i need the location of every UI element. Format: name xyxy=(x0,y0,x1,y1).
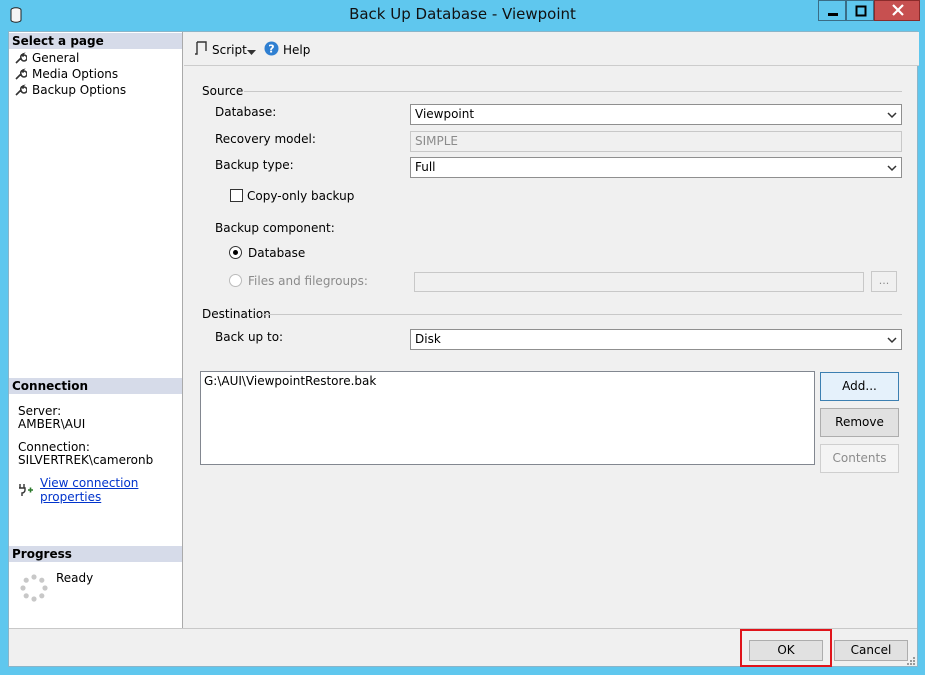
toolbar: Script ? Help xyxy=(184,32,919,66)
view-connection-row: View connection properties xyxy=(18,476,182,504)
chevron-down-icon xyxy=(887,334,897,344)
chevron-down-icon xyxy=(887,162,897,172)
script-label: Script xyxy=(212,42,247,57)
backup-component-label: Backup component: xyxy=(215,221,335,235)
wrench-icon xyxy=(15,52,27,64)
close-icon xyxy=(875,1,919,24)
filegroups-browse-button[interactable]: ... xyxy=(871,271,897,292)
resize-grip-icon[interactable] xyxy=(905,654,915,665)
dialog-window: Back Up Database - Viewpoint Select a pa… xyxy=(0,0,925,675)
database-value: Viewpoint xyxy=(415,107,475,121)
list-item[interactable]: G:\AUI\ViewpointRestore.bak xyxy=(204,374,811,388)
destination-group-line xyxy=(262,314,902,315)
progress-spinner-icon xyxy=(19,573,49,603)
window-title: Back Up Database - Viewpoint xyxy=(349,5,576,23)
wrench-icon xyxy=(15,84,27,96)
minimize-button[interactable] xyxy=(818,0,846,21)
script-button[interactable]: Script xyxy=(194,41,247,58)
copy-only-label: Copy-only backup xyxy=(247,189,355,203)
backup-type-select[interactable]: Full xyxy=(410,157,902,178)
select-page-header: Select a page xyxy=(9,33,182,49)
wrench-icon xyxy=(15,68,27,80)
general-page: Source Database: Viewpoint Recovery mode… xyxy=(184,67,917,628)
recovery-model-value: SIMPLE xyxy=(415,134,459,148)
component-database-label: Database xyxy=(248,246,306,260)
connection-value: SILVERTREK\cameronb xyxy=(18,453,154,467)
svg-text:?: ? xyxy=(268,43,274,56)
page-label: General xyxy=(32,51,80,65)
minimize-icon xyxy=(819,2,845,23)
copy-only-checkbox[interactable] xyxy=(230,189,243,202)
help-label: Help xyxy=(283,43,311,57)
view-connection-properties-link[interactable]: View connection properties xyxy=(40,476,182,504)
dialog-client: Select a page General Media Options Back… xyxy=(8,31,919,667)
page-backup-options[interactable]: Backup Options xyxy=(15,82,126,98)
help-button[interactable]: ? Help xyxy=(264,41,310,59)
database-label: Database: xyxy=(215,105,277,119)
maximize-icon xyxy=(847,2,873,23)
connection-label: Connection: xyxy=(18,440,90,454)
help-icon: ? xyxy=(264,41,279,59)
backup-type-label: Backup type: xyxy=(215,158,294,172)
connection-header: Connection xyxy=(9,378,182,394)
component-files-radio[interactable] xyxy=(229,274,242,287)
dialog-footer: OK Cancel xyxy=(9,628,917,667)
component-files-label: Files and filegroups: xyxy=(248,274,368,288)
back-up-to-value: Disk xyxy=(415,332,441,346)
database-select[interactable]: Viewpoint xyxy=(410,104,902,125)
ok-button[interactable]: OK xyxy=(749,640,823,661)
maximize-button[interactable] xyxy=(846,0,874,21)
script-dropdown-button[interactable] xyxy=(247,45,256,59)
script-icon xyxy=(194,41,208,58)
source-group-line xyxy=(244,91,902,92)
title-bar: Back Up Database - Viewpoint xyxy=(0,0,925,30)
back-up-to-select[interactable]: Disk xyxy=(410,329,902,350)
source-group-label: Source xyxy=(202,84,244,98)
left-panel: Select a page General Media Options Back… xyxy=(9,32,183,628)
remove-button[interactable]: Remove xyxy=(820,408,899,437)
recovery-model-field: SIMPLE xyxy=(410,131,902,152)
progress-header: Progress xyxy=(9,546,182,562)
progress-status: Ready xyxy=(56,571,94,585)
server-value: AMBER\AUI xyxy=(18,417,86,431)
add-button[interactable]: Add... xyxy=(820,372,899,401)
close-button[interactable] xyxy=(874,0,920,21)
filegroups-field xyxy=(414,272,864,292)
cancel-button[interactable]: Cancel xyxy=(834,640,908,661)
destination-group-label: Destination xyxy=(202,307,271,321)
connection-plug-icon xyxy=(18,482,34,499)
back-up-to-label: Back up to: xyxy=(215,330,284,344)
page-media-options[interactable]: Media Options xyxy=(15,66,118,82)
destination-list[interactable]: G:\AUI\ViewpointRestore.bak xyxy=(200,371,815,465)
contents-button[interactable]: Contents xyxy=(820,444,899,473)
recovery-model-label: Recovery model: xyxy=(215,132,316,146)
page-label: Media Options xyxy=(32,67,119,81)
chevron-down-icon xyxy=(247,45,256,59)
chevron-down-icon xyxy=(887,109,897,119)
backup-type-value: Full xyxy=(415,160,436,174)
page-label: Backup Options xyxy=(32,83,127,97)
component-database-radio[interactable] xyxy=(229,246,242,259)
page-general[interactable]: General xyxy=(15,50,79,66)
server-label: Server: xyxy=(18,404,62,418)
